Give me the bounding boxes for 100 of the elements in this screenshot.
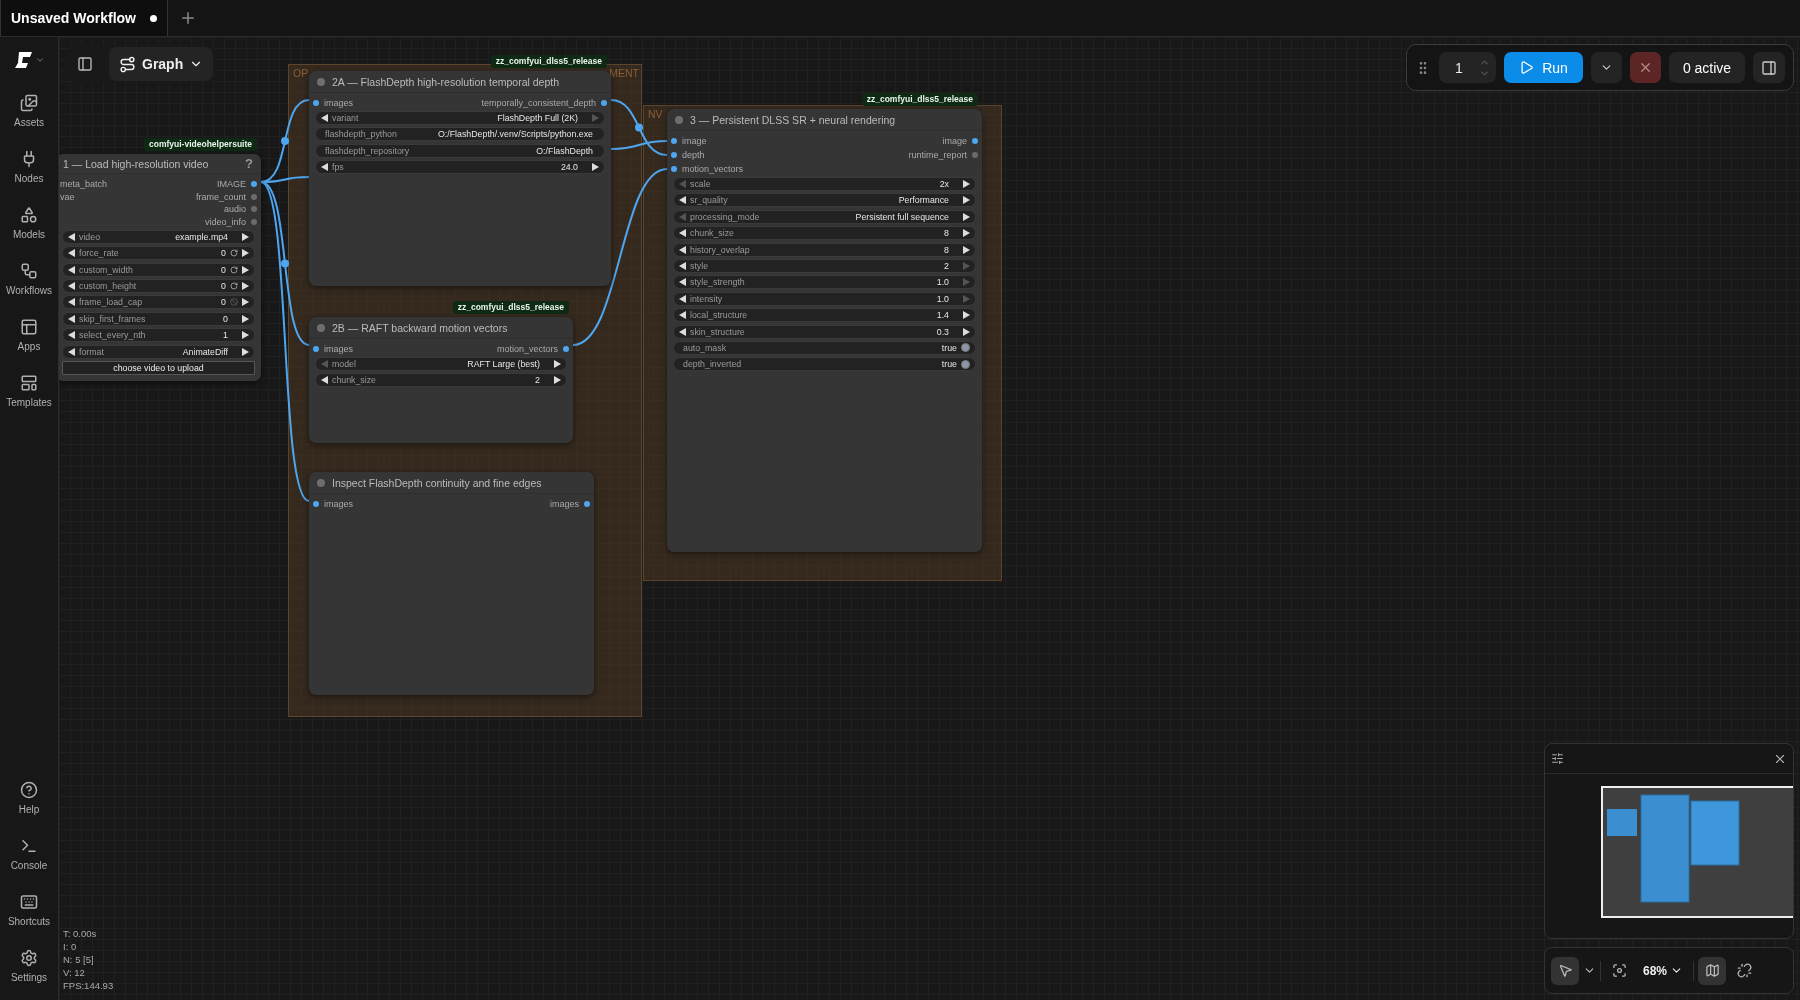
connection-wire[interactable] — [610, 140, 668, 150]
left-arrow-icon[interactable] — [321, 114, 328, 122]
group-title: MENT — [609, 67, 639, 79]
text-widget[interactable]: flashdepth_python O:/FlashDepth/.venv/Scripts/python.exe — [315, 127, 605, 142]
stepper-widget[interactable]: skip_first_frames 0 — [62, 311, 255, 326]
widget-value: 2 — [944, 260, 949, 271]
widget-label: chunk_size — [332, 375, 376, 386]
left-arrow-icon[interactable] — [321, 163, 328, 172]
connection-wire[interactable] — [260, 176, 310, 183]
stepper-widget[interactable]: custom_height 0 — [62, 279, 255, 293]
cancel-button[interactable] — [1630, 52, 1661, 83]
stepper-widget[interactable]: chunk_size 8 — [673, 226, 976, 241]
batch-count-field[interactable]: 1 — [1439, 58, 1479, 77]
sidebar-item[interactable]: Help — [0, 770, 59, 826]
stepper-widget[interactable]: style 2 — [673, 258, 976, 273]
stepper-widget[interactable]: sr_quality Performance — [673, 193, 976, 208]
stepper-widget[interactable]: scale 2x — [673, 177, 976, 191]
stepper-widget[interactable]: history_overlap 8 — [673, 242, 976, 257]
reset-icon — [230, 282, 238, 290]
logo-icon[interactable] — [13, 51, 33, 69]
right-arrow-icon[interactable] — [592, 163, 599, 172]
input-slot-dot[interactable] — [313, 100, 319, 106]
input-slot-dot[interactable] — [313, 346, 319, 352]
zoom-level-button[interactable]: 68% — [1637, 962, 1690, 979]
shapes-icon — [20, 206, 38, 224]
minimap-toggle-button[interactable] — [1698, 956, 1727, 985]
sidebar-item[interactable]: Templates — [0, 363, 59, 419]
widget-value: 1.0 — [936, 293, 949, 304]
stepper-widget[interactable]: video example.mp4 — [62, 229, 255, 244]
stepper-widget[interactable]: intensity 1.0 — [673, 291, 976, 306]
input-slot-dot[interactable] — [671, 166, 677, 172]
output-slot-dot[interactable] — [972, 138, 978, 144]
help-mark[interactable]: ? — [245, 156, 253, 172]
stepper-widget[interactable]: format AnimateDiff — [62, 344, 255, 359]
output-slot-dot[interactable] — [251, 206, 257, 213]
stepper-widget[interactable]: frame_load_cap 0 — [62, 295, 255, 310]
batch-count-stepper[interactable]: 1 — [1439, 52, 1496, 83]
output-slot-dot[interactable] — [601, 100, 607, 106]
sidebar-item[interactable]: Nodes — [0, 139, 59, 195]
widget-label: frame_load_cap — [79, 297, 143, 308]
sidebar-item[interactable]: Settings — [0, 938, 59, 994]
node-card[interactable] — [309, 71, 611, 286]
sidebar-item[interactable]: Models — [0, 195, 59, 251]
output-slot-label: image — [942, 136, 967, 146]
stepper-widget[interactable]: fps 24.0 — [315, 160, 605, 175]
select-tool-button[interactable] — [1551, 956, 1579, 985]
stepper-widget[interactable]: select_every_nth 1 — [62, 328, 255, 343]
input-slot-dot[interactable] — [671, 152, 677, 158]
widget-value: 2 — [535, 375, 540, 386]
output-slot-dot[interactable] — [251, 180, 257, 187]
node-title: 1 — Load high-resolution video — [63, 157, 210, 170]
view-mode-button[interactable]: Graph — [109, 47, 214, 81]
widget-label: force_rate — [79, 248, 119, 259]
toggle-knob[interactable] — [961, 359, 970, 369]
stepper-widget[interactable]: variant FlashDepth Full (2K) — [315, 111, 605, 125]
stepper-widget[interactable]: chunk_size 2 — [315, 373, 567, 388]
sidebar-label: Apps — [17, 341, 41, 352]
stepper-widget[interactable]: processing_mode Persistent full sequence — [673, 209, 976, 224]
output-slot-dot[interactable] — [972, 152, 978, 158]
stepper-widget[interactable]: style_strength 1.0 — [673, 275, 976, 290]
connection-wire[interactable] — [610, 99, 668, 156]
input-slot-label: image — [682, 136, 707, 146]
stepper-widget[interactable]: local_structure 1.4 — [673, 308, 976, 323]
connection-wire[interactable] — [572, 168, 668, 346]
panel-toggle-button[interactable] — [1753, 52, 1785, 83]
workflow-tab[interactable]: Unsaved Workflow — [0, 0, 168, 36]
output-slot-dot[interactable] — [584, 501, 590, 507]
run-button[interactable]: Run — [1504, 52, 1583, 83]
queue-button[interactable]: 0 active — [1669, 52, 1745, 83]
close-icon — [1638, 60, 1653, 75]
output-slot-dot[interactable] — [563, 346, 569, 352]
sidebar-item[interactable]: Shortcuts — [0, 882, 59, 938]
sidebar-label: Console — [10, 860, 48, 871]
connection-wire[interactable] — [260, 181, 310, 502]
stepper-widget[interactable]: custom_width 0 — [62, 262, 255, 277]
node-card[interactable] — [667, 109, 982, 552]
output-slot-dot[interactable] — [251, 193, 257, 200]
node-card[interactable]: 2B — RAFT backward motion vectors images motion_vectors model RAFT Large (best) chunk_size 2 — [309, 317, 573, 443]
output-slot-dot[interactable] — [251, 219, 257, 226]
sidebar-item[interactable]: Console — [0, 826, 59, 882]
widget-label: style — [690, 260, 709, 271]
stepper-widget[interactable]: force_rate 0 — [62, 246, 255, 261]
widget-label: skip_first_frames — [79, 313, 146, 324]
node-card[interactable]: Inspect FlashDepth continuity and fine edges images images — [309, 472, 594, 695]
sidebar-item[interactable]: Workflows — [0, 251, 59, 307]
toggle-widget[interactable]: auto_mask true — [673, 340, 976, 355]
sidebar-item[interactable]: Apps — [0, 307, 59, 363]
input-slot-dot[interactable] — [671, 138, 677, 144]
sidebar-item[interactable]: Assets — [0, 83, 59, 139]
widget-value: 0 — [221, 264, 226, 275]
stepper-widget[interactable]: skin_structure 0.3 — [673, 324, 976, 339]
upload-button[interactable]: choose video to upload — [62, 360, 255, 375]
node-card[interactable] — [59, 154, 261, 381]
group-title: NV — [648, 108, 663, 120]
text-widget[interactable]: flashdepth_repository O:/FlashDepth — [315, 143, 605, 158]
sliders-icon[interactable] — [1551, 752, 1564, 765]
stepper-widget[interactable]: model RAFT Large (best) — [315, 357, 567, 371]
toggle-knob[interactable] — [961, 343, 970, 353]
input-slot-dot[interactable] — [313, 501, 319, 507]
toggle-widget[interactable]: depth_inverted true — [673, 357, 976, 372]
